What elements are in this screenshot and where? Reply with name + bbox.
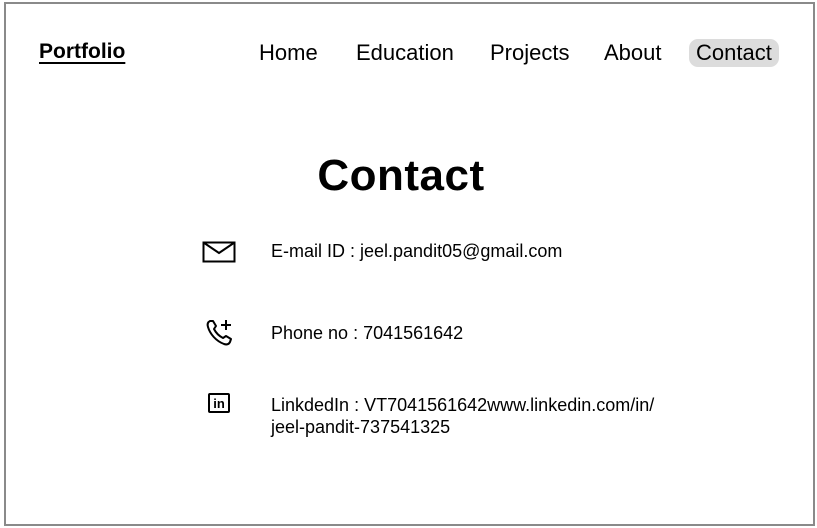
brand-logo-link[interactable]: Portfolio <box>39 40 125 64</box>
nav-projects[interactable]: Projects <box>490 39 569 67</box>
linkedin-icon: in <box>201 387 237 419</box>
page-title: Contact <box>317 151 485 201</box>
nav-home[interactable]: Home <box>259 39 318 67</box>
phone-text[interactable]: Phone no : 7041561642 <box>271 322 463 344</box>
linkedin-line-1: LinkdedIn : VT7041561642www.linkedin.com… <box>271 395 655 415</box>
linkedin-line-2: jeel-pandit-737541325 <box>271 417 451 437</box>
contact-email-row: E-mail ID : jeel.pandit05@gmail.com <box>201 236 562 268</box>
mail-icon <box>201 236 237 268</box>
nav-education[interactable]: Education <box>356 39 454 67</box>
nav-contact-active[interactable]: Contact <box>689 39 779 67</box>
linkedin-icon-label: in <box>208 393 230 413</box>
email-text[interactable]: E-mail ID : jeel.pandit05@gmail.com <box>271 240 562 262</box>
phone-add-icon <box>201 317 237 349</box>
contact-linkedin-row: in LinkdedIn : VT7041561642www.linkedin.… <box>201 387 654 437</box>
linkedin-text[interactable]: LinkdedIn : VT7041561642www.linkedin.com… <box>271 394 654 438</box>
contact-phone-row: Phone no : 7041561642 <box>201 317 463 349</box>
page-frame: Portfolio Home Education Projects About … <box>4 2 815 526</box>
nav-about[interactable]: About <box>604 39 662 67</box>
